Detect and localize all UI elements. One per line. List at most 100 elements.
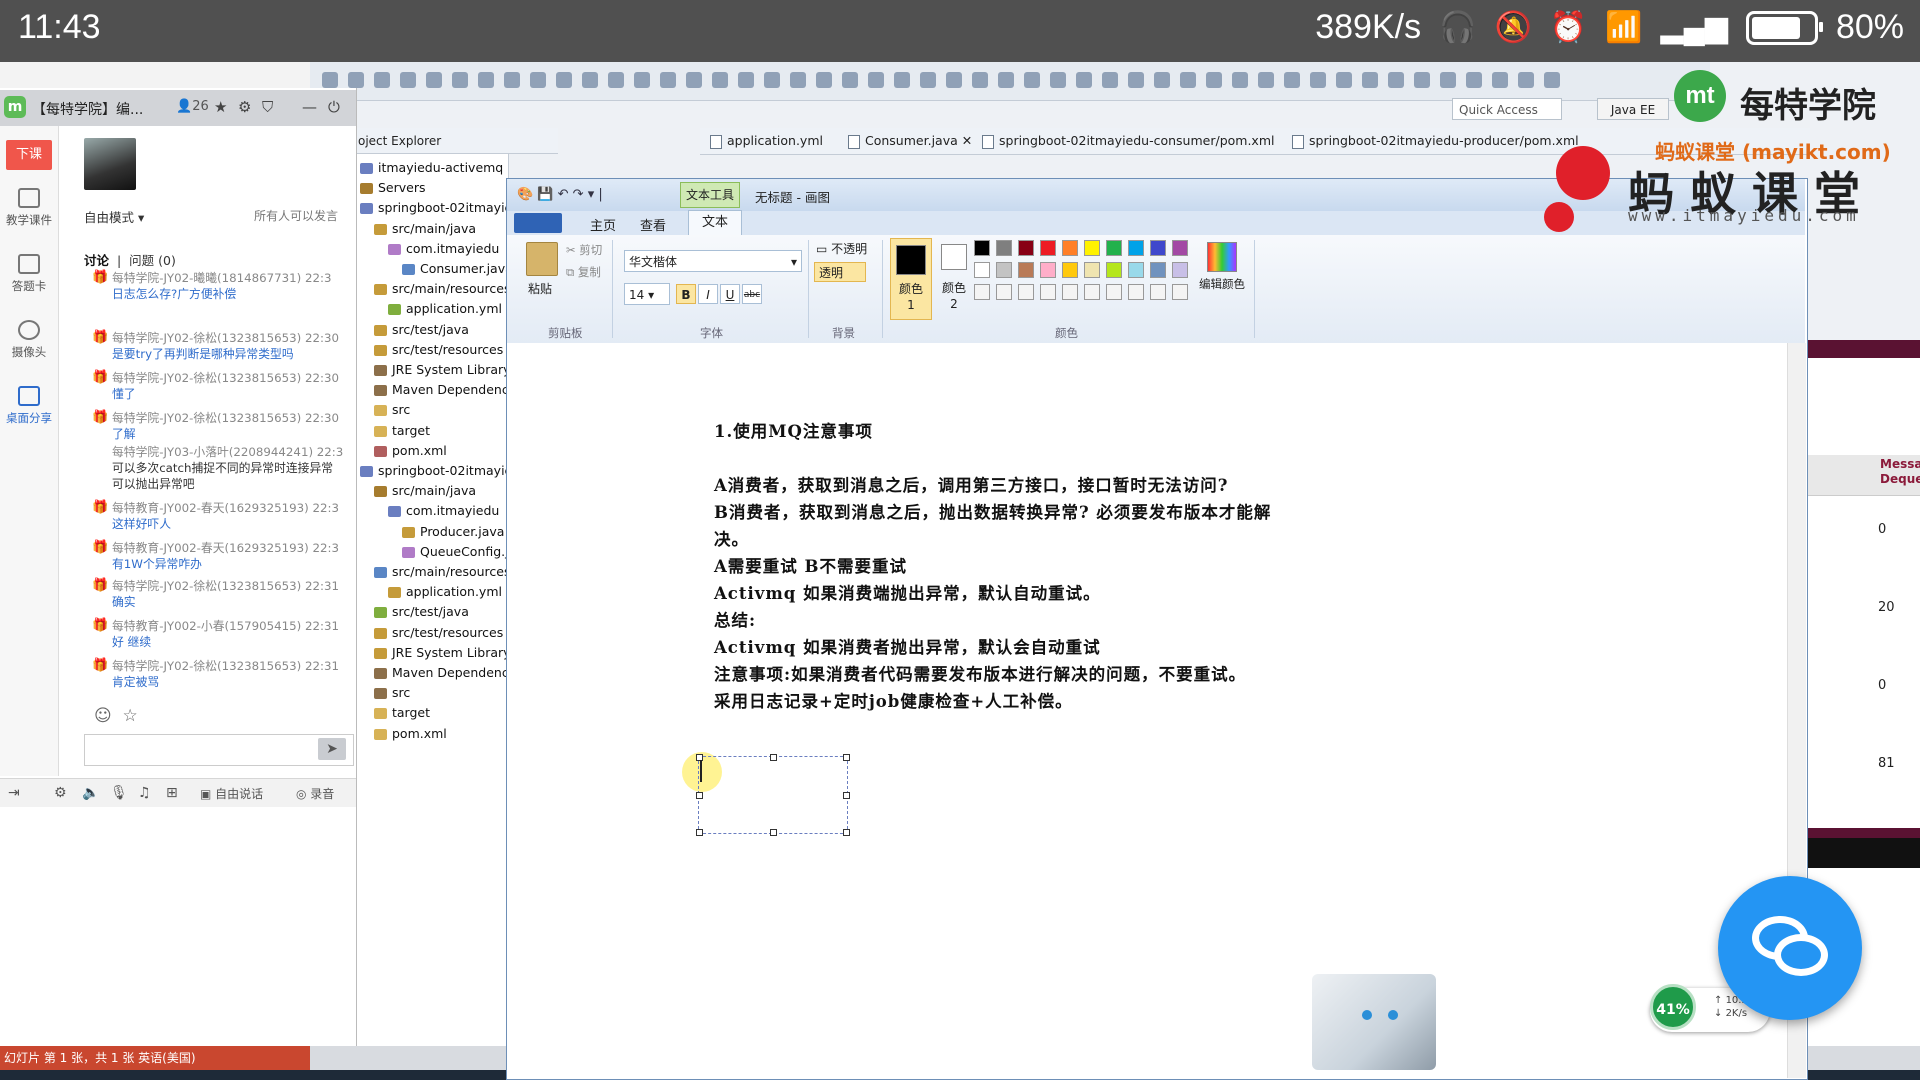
bold-button[interactable]: B xyxy=(676,284,696,304)
tab-questions[interactable]: 问题 (0) xyxy=(129,253,176,268)
resize-handle[interactable] xyxy=(770,829,777,836)
file-menu-button[interactable] xyxy=(514,213,562,233)
custom-color-slot[interactable] xyxy=(1150,284,1166,300)
custom-color-slot[interactable] xyxy=(1106,284,1122,300)
color-swatch[interactable] xyxy=(1084,262,1100,278)
tree-item[interactable]: Maven Dependencies xyxy=(374,665,526,680)
italic-button[interactable]: I xyxy=(698,284,718,304)
custom-color-slot[interactable] xyxy=(996,284,1012,300)
toolbar-icon[interactable] xyxy=(608,72,624,88)
toolbar-icon[interactable] xyxy=(1180,72,1196,88)
edit-colors-button[interactable]: 编辑颜色 xyxy=(1196,240,1248,300)
resize-handle[interactable] xyxy=(696,792,703,799)
strikethrough-button[interactable]: abc xyxy=(742,284,762,304)
tree-item[interactable]: src xyxy=(374,685,410,700)
power-icon[interactable]: ⏻ xyxy=(328,98,340,116)
toolbar-icon[interactable] xyxy=(1128,72,1144,88)
toolbar-icon[interactable] xyxy=(374,72,390,88)
memory-usage-circle[interactable]: 41% xyxy=(1650,984,1696,1030)
floating-chat-button[interactable] xyxy=(1718,876,1862,1020)
text-tools-context-tab[interactable]: 文本工具 xyxy=(680,182,740,208)
speech-mode-dropdown[interactable]: 自由模式 ▾ xyxy=(84,207,144,226)
toolbar-icon[interactable] xyxy=(348,72,364,88)
color-swatch[interactable] xyxy=(1040,240,1056,256)
toolbar-icon[interactable] xyxy=(972,72,988,88)
toolbar-icon[interactable] xyxy=(790,72,806,88)
toolbar-icon[interactable] xyxy=(920,72,936,88)
speaker-icon[interactable]: 🔈 xyxy=(82,785,99,801)
toolbar-icon[interactable] xyxy=(322,72,338,88)
tree-item[interactable]: JRE System Library xyxy=(374,645,511,660)
settings-icon[interactable]: ⚙ xyxy=(238,98,251,116)
color-swatch[interactable] xyxy=(1128,240,1144,256)
toolbar-icon[interactable] xyxy=(452,72,468,88)
mixer-icon[interactable]: ⊞ xyxy=(166,785,178,801)
quick-access-toolbar[interactable]: 🎨 💾 ↶ ↷ ▾ | xyxy=(517,187,603,202)
toolbar-icon[interactable] xyxy=(816,72,832,88)
resize-handle[interactable] xyxy=(770,754,777,761)
record-button[interactable]: ◎ 录音 xyxy=(296,785,334,802)
toolbar-icon[interactable] xyxy=(1518,72,1534,88)
send-button[interactable]: ➤ xyxy=(318,738,346,760)
toolbar-icon[interactable] xyxy=(426,72,442,88)
resize-handle[interactable] xyxy=(843,792,850,799)
end-class-button[interactable]: 下课 xyxy=(6,140,52,170)
tree-item[interactable]: Servers xyxy=(360,180,426,195)
underline-button[interactable]: U xyxy=(720,284,740,304)
tree-item[interactable]: QueueConfig.ja xyxy=(402,544,516,559)
toolbar-icon[interactable] xyxy=(1258,72,1274,88)
emoji-icon[interactable]: ☺ xyxy=(94,706,112,726)
toolbar-icon[interactable] xyxy=(1154,72,1170,88)
color-1-button[interactable]: 颜色 1 xyxy=(890,238,932,320)
custom-color-slot[interactable] xyxy=(1018,284,1034,300)
eclipse-toolbar[interactable] xyxy=(310,62,1710,101)
tree-item[interactable]: src/main/java xyxy=(374,483,476,498)
toolbar-icon[interactable] xyxy=(1284,72,1300,88)
custom-color-slot[interactable] xyxy=(1084,284,1100,300)
tab-application-yml[interactable]: application.yml xyxy=(710,133,823,149)
copy-button[interactable]: ⧉ 复制 xyxy=(566,264,601,280)
toolbar-icon[interactable] xyxy=(712,72,728,88)
toolbar-icon[interactable] xyxy=(894,72,910,88)
tree-item[interactable]: pom.xml xyxy=(374,726,447,741)
color-swatch[interactable] xyxy=(1018,262,1034,278)
tree-item[interactable]: springboot-02itmayiedu xyxy=(360,463,528,478)
tab-project-explorer[interactable]: oject Explorer xyxy=(350,128,558,154)
color-swatch[interactable] xyxy=(1062,240,1078,256)
sidebar-item-camera[interactable]: 摄像头 xyxy=(0,320,58,360)
resize-handle[interactable] xyxy=(843,754,850,761)
tree-item[interactable]: itmayiedu-activemq xyxy=(360,160,503,175)
color-swatch[interactable] xyxy=(974,262,990,278)
color-swatch[interactable] xyxy=(1062,262,1078,278)
toolbar-icon[interactable] xyxy=(556,72,572,88)
font-size-select[interactable]: 14 ▾ xyxy=(624,283,670,305)
shield-icon[interactable]: ⛉ xyxy=(262,98,273,116)
exit-icon[interactable]: ⇥ xyxy=(8,785,20,801)
font-family-select[interactable]: 华文楷体 ▾ xyxy=(624,250,802,272)
tree-item[interactable]: com.itmayiedu xyxy=(388,241,499,256)
toolbar-icon[interactable] xyxy=(1440,72,1456,88)
toolbar-icon[interactable] xyxy=(1414,72,1430,88)
toolbar-icon[interactable] xyxy=(1232,72,1248,88)
color-2-button[interactable]: 颜色 2 xyxy=(936,238,976,318)
resize-handle[interactable] xyxy=(843,829,850,836)
toolbar-icon[interactable] xyxy=(1206,72,1222,88)
tree-item[interactable]: application.yml xyxy=(388,584,502,599)
tree-item[interactable]: pom.xml xyxy=(374,443,447,458)
toolbar-icon[interactable] xyxy=(1310,72,1326,88)
tab-consumer-pom[interactable]: springboot-02itmayiedu-consumer/pom.xml xyxy=(982,133,1274,149)
toolbar-icon[interactable] xyxy=(1336,72,1352,88)
minimize-icon[interactable]: — xyxy=(302,98,317,116)
tree-item[interactable]: src/test/java xyxy=(374,604,469,619)
sidebar-item-answer-card[interactable]: 答题卡 xyxy=(0,254,58,294)
color-swatch[interactable] xyxy=(974,240,990,256)
toolbar-icon[interactable] xyxy=(686,72,702,88)
color-swatch[interactable] xyxy=(1040,262,1056,278)
color-swatch[interactable] xyxy=(1018,240,1034,256)
toolbar-icon[interactable] xyxy=(400,72,416,88)
tree-item[interactable]: src/main/java xyxy=(374,221,476,236)
quick-access-input[interactable]: Quick Access xyxy=(1452,98,1562,120)
custom-color-slot[interactable] xyxy=(1040,284,1056,300)
tab-consumer-java[interactable]: Consumer.java ✕ xyxy=(848,133,972,149)
toolbar-icon[interactable] xyxy=(660,72,676,88)
